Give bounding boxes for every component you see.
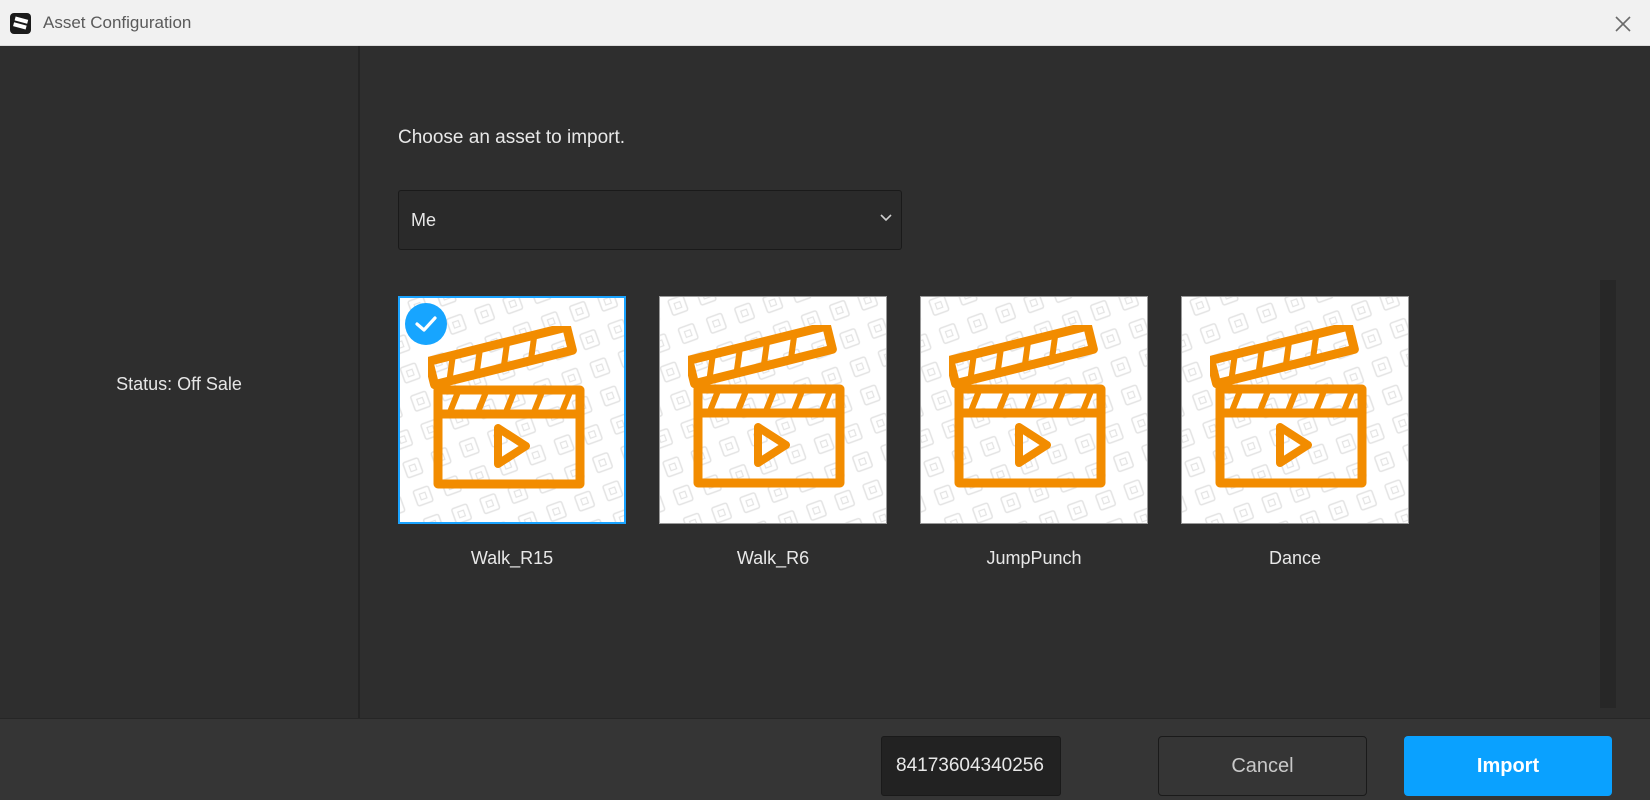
asset-label: Walk_R15 [470,548,554,568]
cancel-button[interactable]: Cancel [1158,736,1367,796]
asset-thumbnail [659,296,887,524]
clapperboard-icon [688,325,845,488]
clapperboard-icon [949,325,1106,488]
asset-configuration-window: Asset Configuration Status: Off Sale Cho… [0,0,1650,800]
close-button[interactable] [1610,11,1636,37]
asset-tile[interactable]: JumpPunch [920,296,1150,569]
asset-label: JumpPunch [986,548,1082,568]
owner-dropdown-value: Me [411,210,437,230]
asset-id-input[interactable] [881,736,1061,796]
import-panel: Choose an asset to import. Me Walk_R15 W… [360,46,1650,718]
scrollbar[interactable] [1600,280,1616,708]
asset-thumbnail [398,296,626,524]
footer-bar: Cancel Import [0,718,1650,800]
asset-grid: Walk_R15 Walk_R6 JumpPunch Dance [398,296,1409,596]
asset-tile[interactable]: Walk_R6 [659,296,889,569]
import-button[interactable]: Import [1404,736,1612,796]
asset-label: Dance [1268,548,1322,568]
selected-check-icon [405,303,447,345]
chevron-down-icon [880,214,892,222]
asset-thumbnail [920,296,1148,524]
clapperboard-icon [1210,325,1367,488]
window-title: Asset Configuration [43,13,192,32]
app-logo-icon [10,13,31,34]
left-panel: Status: Off Sale [0,46,360,718]
asset-thumbnail [1181,296,1409,524]
asset-tile[interactable]: Walk_R15 [398,296,628,569]
clapperboard-icon [428,326,585,489]
asset-tile[interactable]: Dance [1181,296,1411,569]
title-bar: Asset Configuration [0,0,1650,46]
owner-dropdown[interactable]: Me [398,190,902,250]
status-text: Status: Off Sale [116,374,242,394]
asset-label: Walk_R6 [736,548,810,568]
import-prompt: Choose an asset to import. [398,127,626,148]
close-icon [1615,16,1631,32]
